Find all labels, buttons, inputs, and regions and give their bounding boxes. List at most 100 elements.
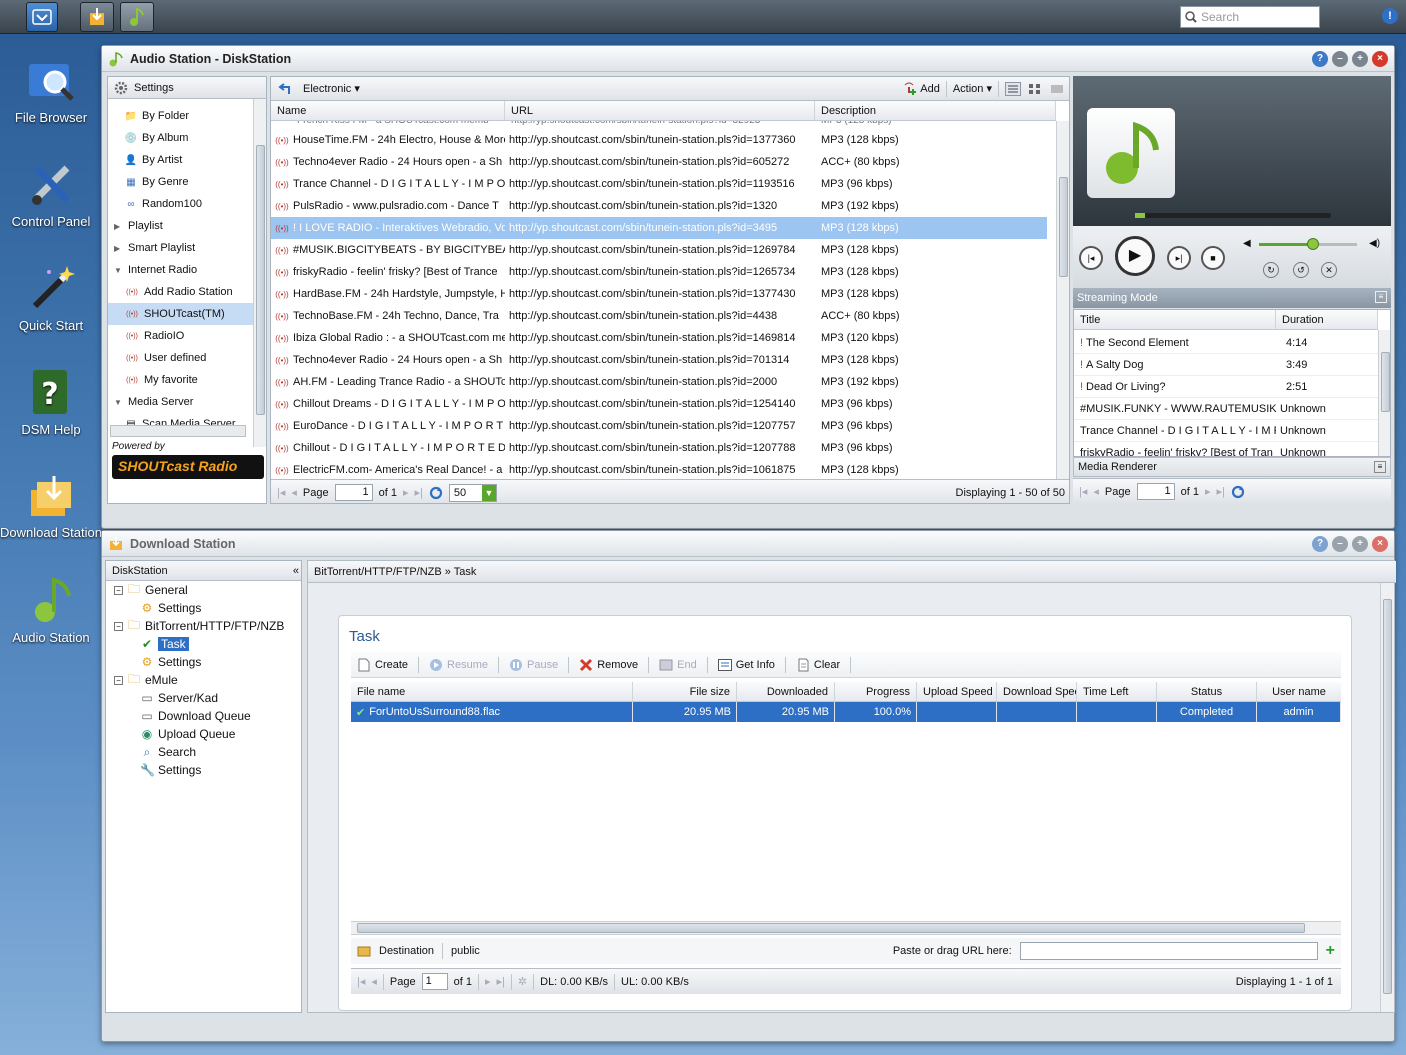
grid-view-icon[interactable] <box>1027 82 1043 96</box>
action-menu[interactable]: Action ▾ <box>953 82 992 95</box>
collapse-box-icon[interactable]: − <box>114 675 123 685</box>
maximize-icon[interactable]: + <box>1352 51 1368 67</box>
collapse-icon[interactable]: « <box>293 565 301 577</box>
help-icon[interactable]: ? <box>1312 51 1328 67</box>
refresh-icon[interactable] <box>1231 485 1245 499</box>
genre-dropdown[interactable]: Electronic ▾ <box>303 82 360 95</box>
first-page-icon[interactable]: |◂ <box>357 975 365 988</box>
list-icon[interactable]: ≡ <box>1375 291 1387 303</box>
task-hscrollbar[interactable] <box>351 921 1341 935</box>
media-renderer-bar[interactable]: Media Renderer ≡ <box>1073 457 1391 477</box>
col-name[interactable]: Name <box>271 101 505 120</box>
nav-item[interactable]: ((•)) User defined <box>108 347 253 369</box>
seek-bar[interactable] <box>1135 213 1331 218</box>
nav-item[interactable]: ▶ Playlist <box>108 215 253 237</box>
station-row[interactable]: ((•)) EuroDance - D I G I T A L L Y - I M… <box>271 415 1047 437</box>
station-row[interactable]: ((•)) Chillout - D I G I T A L L Y - I M … <box>271 437 1047 459</box>
page-size-select[interactable]: 50 ▼ <box>448 483 497 502</box>
nav-item[interactable]: ((•)) SHOUTcast(TM) <box>108 303 253 325</box>
paste-url-input[interactable] <box>1019 942 1318 960</box>
last-page-icon[interactable]: ▸| <box>1217 485 1225 498</box>
desktop-quick-start[interactable]: Quick Start <box>0 262 102 333</box>
tree-item-upload[interactable]: ◉ Upload Queue <box>140 725 236 743</box>
tree-item-doc[interactable]: ▭ Server/Kad <box>140 689 218 707</box>
tree-item-settings[interactable]: ⚙ Settings <box>140 599 202 617</box>
station-row[interactable]: ((•)) HardBase.FM - 24h Hardstyle, Jumpst… <box>271 283 1047 305</box>
col-file-size[interactable]: File size <box>633 682 737 701</box>
cover-view-icon[interactable] <box>1049 82 1065 96</box>
add-url-icon[interactable]: + <box>1326 942 1341 960</box>
col-title[interactable]: Title <box>1074 310 1276 329</box>
clear-button[interactable]: Clear <box>790 654 846 676</box>
shuffle-icon[interactable]: ✕ <box>1321 262 1337 278</box>
station-row[interactable]: ((•)) Techno4ever Radio - 24 Hours open -… <box>271 151 1047 173</box>
desktop-audio-station[interactable]: Audio Station <box>0 574 102 645</box>
station-row[interactable]: ((•)) Ibiza Global Radio : - a SHOUTcast.… <box>271 327 1047 349</box>
nav-item[interactable]: ((•)) RadioIO <box>108 325 253 347</box>
repeat-icon[interactable]: ↻ <box>1263 262 1279 278</box>
col-user-name[interactable]: User name <box>1257 682 1341 701</box>
tree-item-task[interactable]: ✔ Task <box>140 635 189 653</box>
station-scrollbar[interactable] <box>1056 121 1069 481</box>
nav-item[interactable]: ((•)) Add Radio Station <box>108 281 253 303</box>
nav-item[interactable]: ∞ Random100 <box>108 193 253 215</box>
main-scrollbar[interactable] <box>1380 583 1394 1012</box>
back-arrow-icon[interactable] <box>277 82 291 96</box>
station-row[interactable]: ((•)) Chillout Dreams - D I G I T A L L Y… <box>271 393 1047 415</box>
tree-item-doc[interactable]: ▭ Download Queue <box>140 707 250 725</box>
desktop-control-panel[interactable]: Control Panel <box>0 158 102 229</box>
refresh-icon[interactable] <box>429 486 443 500</box>
page-input[interactable]: 1 <box>421 973 448 990</box>
last-page-icon[interactable]: ▸| <box>497 975 505 988</box>
stop-button[interactable]: ■ <box>1201 246 1225 270</box>
shoutcast-logo[interactable]: SHOUTcast Radio <box>112 455 264 479</box>
nav-item[interactable]: ((•)) My favorite <box>108 369 253 391</box>
station-row[interactable]: ((•)) AH.FM - Leading Trance Radio - a SH… <box>271 371 1047 393</box>
nav-scrollbar[interactable] <box>253 99 266 447</box>
next-page-icon[interactable]: ▸ <box>403 486 409 499</box>
nav-item[interactable]: 📁 By Folder <box>108 105 253 127</box>
tree-item-folder[interactable]: − 🗀 BitTorrent/HTTP/FTP/NZB <box>114 617 284 635</box>
add-button[interactable]: Add <box>902 82 940 96</box>
destination-label[interactable]: Destination <box>379 945 434 957</box>
play-button[interactable]: ▶ <box>1115 236 1155 276</box>
maximize-icon[interactable]: + <box>1352 536 1368 552</box>
col-downloaded[interactable]: Downloaded <box>737 682 835 701</box>
playlist-row[interactable]: Trance Channel - D I G I T A L L Y - I M… <box>1074 420 1378 442</box>
minimize-icon[interactable]: – <box>1332 51 1348 67</box>
station-row[interactable]: ((•)) Trance Channel - D I G I T A L L Y … <box>271 173 1047 195</box>
desktop-dsm-help[interactable]: ? DSM Help <box>0 366 102 437</box>
station-row[interactable]: ((•)) HouseTime.FM - 24h Electro, House &… <box>271 129 1047 151</box>
remove-button[interactable]: Remove <box>573 654 644 676</box>
station-row[interactable]: ((•)) Techno4ever Radio - 24 Hours open -… <box>271 349 1047 371</box>
prev-page-icon[interactable]: ◂ <box>371 975 377 988</box>
nav-item[interactable]: ▼ Internet Radio <box>108 259 253 281</box>
playlist-row[interactable]: ! The Second Element 4:14 <box>1074 332 1378 354</box>
station-row[interactable]: ((•)) friskyRadio - feelin' frisky? [Best… <box>271 261 1047 283</box>
main-menu-button[interactable] <box>26 2 58 32</box>
desktop-file-browser[interactable]: File Browser <box>0 54 102 125</box>
expand-icon[interactable]: ▶ <box>114 222 124 231</box>
nav-item[interactable]: ▶ Smart Playlist <box>108 237 253 259</box>
list-icon[interactable]: ≡ <box>1374 461 1386 473</box>
get-info-button[interactable]: Get Info <box>712 654 781 676</box>
collapse-box-icon[interactable]: − <box>114 585 123 595</box>
col-url[interactable]: URL <box>505 101 815 120</box>
expand-icon[interactable]: ▶ <box>114 244 124 253</box>
taskbar-audio-station-button[interactable] <box>120 2 154 32</box>
desktop-download-station[interactable]: Download Station <box>0 470 102 540</box>
col-upload-speed[interactable]: Upload Speed <box>917 682 997 701</box>
create-button[interactable]: Create <box>351 654 414 676</box>
tree-item-settings[interactable]: ⚙ Settings <box>140 653 202 671</box>
settings-label[interactable]: Settings <box>134 82 174 94</box>
first-page-icon[interactable]: |◂ <box>1079 485 1087 498</box>
prev-page-icon[interactable]: ◂ <box>1093 485 1099 498</box>
download-station-titlebar[interactable]: Download Station <box>102 531 1394 557</box>
station-row[interactable]: ((•)) #MUSIK.BIGCITYBEATS - BY BIGCITYBEA… <box>271 239 1047 261</box>
tree-item-wrench[interactable]: 🔧 Settings <box>140 761 201 779</box>
task-row[interactable]: ✔ ForUntoUsSurround88.flac 20.95 MB 20.95 M… <box>351 702 1341 722</box>
page-input[interactable]: 1 <box>1136 483 1175 500</box>
tree-item-folder[interactable]: − 🗀 eMule <box>114 671 178 689</box>
playlist-scrollbar[interactable] <box>1378 330 1390 456</box>
col-time-left[interactable]: Time Left <box>1077 682 1157 701</box>
